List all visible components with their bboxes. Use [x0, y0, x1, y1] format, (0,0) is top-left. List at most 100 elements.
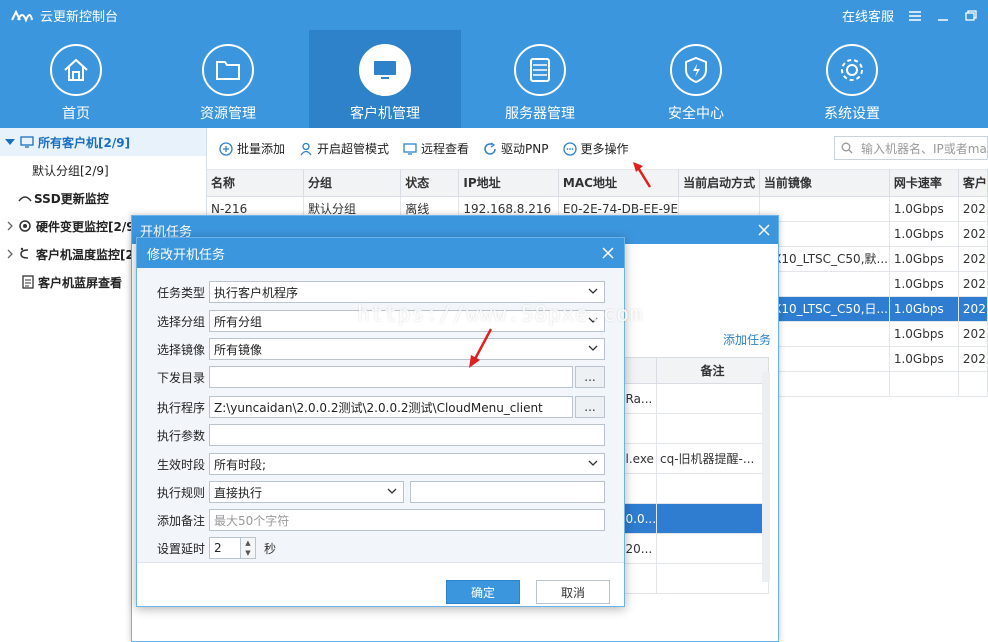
col-client[interactable]: 客户 [958, 170, 988, 197]
table-row[interactable]: 20... [622, 533, 769, 564]
chevron-down-icon[interactable]: ▼ [241, 548, 255, 558]
main-nav: 首页 资源管理 客户机管理 服务器管理 安全中心 系统设置 [0, 30, 988, 128]
close-icon[interactable] [602, 247, 614, 259]
nav-clients[interactable]: 客户机管理 [309, 30, 461, 128]
add-task-link[interactable]: 添加任务 [723, 331, 771, 348]
plus-circle-icon [219, 141, 233, 156]
params-input[interactable] [209, 424, 605, 446]
cell: 20... [622, 533, 657, 564]
cell: 202 [958, 346, 988, 372]
ok-button[interactable]: 确定 [446, 580, 520, 604]
sidebar-item-ssd[interactable]: SSD更新监控 [0, 184, 206, 212]
note-input[interactable]: 最大50个字符 [209, 509, 605, 531]
more-actions-label: 更多操作 [580, 142, 629, 156]
expand-arrow-icon[interactable] [6, 249, 14, 259]
col-group[interactable]: 分组 [303, 170, 402, 197]
minimize-icon[interactable] [936, 10, 950, 22]
chevron-down-icon [588, 343, 598, 353]
nav-label: 首页 [62, 106, 90, 122]
rule-extra-input[interactable] [410, 481, 605, 503]
expand-arrow-icon[interactable] [6, 221, 14, 231]
online-service-link[interactable]: 在线客服 [842, 6, 894, 25]
driver-pnp-label: 驱动PNP [501, 142, 549, 156]
table-row[interactable] [622, 413, 769, 444]
cell [656, 473, 769, 504]
col-name[interactable]: 名称 [207, 170, 304, 197]
group-value: 所有分组 [214, 314, 263, 329]
nav-label: 资源管理 [200, 106, 256, 122]
nav-home[interactable]: 首页 [0, 30, 152, 128]
cell: 1.0Gbps [889, 271, 959, 297]
nav-label: 服务器管理 [505, 106, 575, 122]
col-nic-speed[interactable]: 网卡速率 [889, 170, 959, 197]
col-ip[interactable]: IP地址 [458, 170, 559, 197]
app-title: 云更新控制台 [40, 10, 119, 25]
search-input[interactable]: 输入机器名、IP或者mac [834, 136, 988, 160]
driver-pnp-button[interactable]: 驱动PNP [483, 140, 549, 157]
browse-dir-button[interactable]: ... [575, 366, 605, 388]
cell: 202 [958, 271, 988, 297]
screen-icon [403, 142, 417, 156]
close-icon[interactable] [758, 224, 770, 236]
cell: 1.0Gbps [889, 346, 959, 372]
col-note[interactable]: 备注 [656, 357, 769, 384]
expand-icon[interactable] [4, 137, 16, 147]
search-placeholder: 输入机器名、IP或者mac [861, 141, 988, 156]
menu-icon[interactable] [908, 10, 922, 22]
nav-servers[interactable]: 服务器管理 [464, 30, 616, 128]
super-mode-button[interactable]: 开启超管模式 [299, 140, 389, 157]
toolbar: 批量添加 开启超管模式 远程查看 驱动PNP 更多操作 输入机器名、IP或者ma… [207, 128, 988, 170]
table-row-selected[interactable]: 0.0... [622, 503, 769, 534]
col-status[interactable]: 状态 [400, 170, 460, 197]
remote-view-button[interactable]: 远程查看 [403, 140, 469, 157]
cancel-button[interactable]: 取消 [536, 580, 610, 604]
rule-select[interactable]: 直接执行 [209, 481, 404, 503]
restore-icon[interactable] [964, 9, 978, 22]
table-row[interactable] [622, 563, 769, 594]
cell: 1.0Gbps [889, 221, 959, 247]
table-row[interactable] [622, 473, 769, 504]
nav-resources[interactable]: 资源管理 [152, 30, 304, 128]
chevron-up-icon[interactable]: ▲ [241, 538, 255, 548]
chevron-down-icon [387, 486, 397, 496]
cell: 202 [958, 246, 988, 272]
table-row[interactable]: l.exe cq-旧机器提醒-... [622, 443, 769, 474]
nav-settings[interactable]: 系统设置 [776, 30, 928, 128]
program-input[interactable]: Z:\yuncaidan\2.0.0.2测试\2.0.0.2测试\CloudMe… [209, 396, 573, 418]
ssd-icon [18, 192, 32, 204]
col-image[interactable]: 当前镜像 [759, 170, 890, 197]
super-mode-label: 开启超管模式 [317, 142, 390, 156]
delay-input[interactable]: 2 [209, 537, 241, 559]
col-mac[interactable]: MAC地址 [558, 170, 680, 197]
dir-input[interactable] [209, 366, 573, 388]
col-boot-mode[interactable]: 当前启动方式 [678, 170, 760, 197]
sidebar-item-label: 客户机蓝屏查看 [38, 275, 123, 290]
logo-icon [10, 9, 34, 23]
cell [622, 413, 657, 444]
browse-program-button[interactable]: ... [575, 396, 605, 418]
row-period: 生效时段 所有时段; [137, 453, 605, 475]
cell [656, 503, 769, 534]
task-type-select[interactable]: 执行客户机程序 [209, 281, 605, 303]
col-blank [622, 357, 657, 384]
temperature-icon [18, 247, 32, 261]
scrollbar[interactable] [762, 372, 770, 582]
sidebar-item-label: SSD更新监控 [34, 191, 109, 206]
sidebar-item-all-clients[interactable]: 所有客户机[2/9] [0, 128, 206, 156]
period-select[interactable]: 所有时段; [209, 453, 605, 475]
table-header: 名称 分组 状态 IP地址 MAC地址 当前启动方式 当前镜像 网卡速率 客户 [207, 170, 988, 197]
task-type-label: 任务类型 [156, 285, 205, 300]
server-icon [514, 44, 566, 96]
batch-add-button[interactable]: 批量添加 [219, 140, 285, 157]
nav-security[interactable]: 安全中心 [620, 30, 772, 128]
cell: 202 [958, 321, 988, 347]
document-icon [22, 275, 34, 289]
cell: cq-旧机器提醒-... [656, 443, 769, 474]
table-row[interactable]: Ra... [622, 383, 769, 414]
sidebar-item-default-group[interactable]: 默认分组[2/9] [0, 156, 206, 184]
delay-stepper[interactable]: ▲ ▼ [241, 537, 256, 559]
image-select[interactable]: 所有镜像 [209, 338, 605, 360]
more-actions-button[interactable]: 更多操作 [562, 140, 629, 157]
nav-label: 安全中心 [668, 106, 724, 122]
delay-value: 2 [214, 541, 222, 555]
